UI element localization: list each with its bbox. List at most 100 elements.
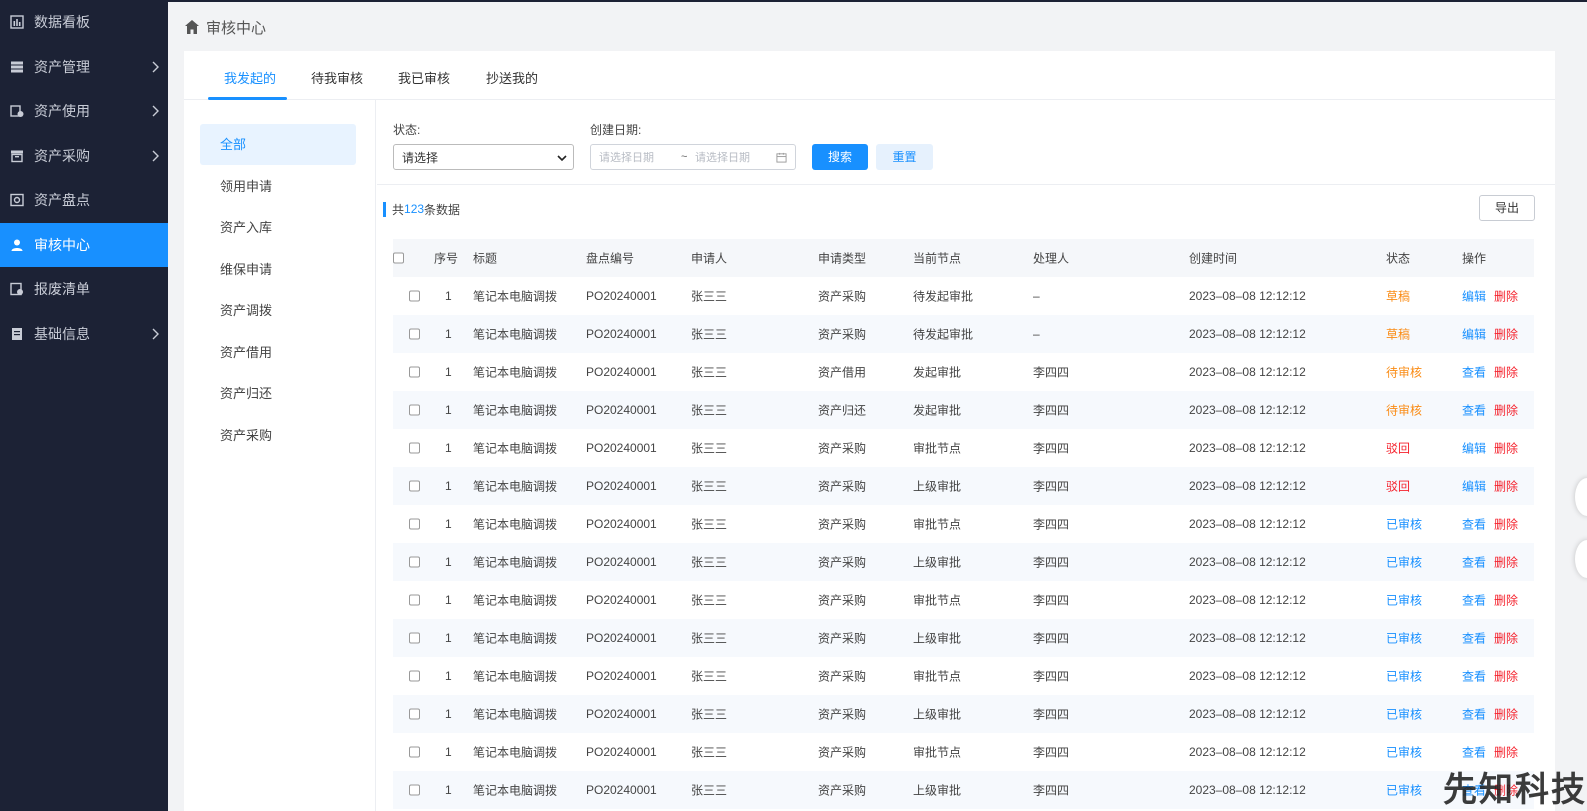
cell-applicant: 张三三 [691, 669, 728, 684]
row-delete-link[interactable]: 删除 [1494, 516, 1518, 533]
row-checkbox[interactable] [409, 518, 420, 530]
row-edit-link[interactable]: 编辑 [1462, 440, 1486, 457]
row-checkbox[interactable] [409, 784, 420, 796]
row-edit-link[interactable]: 编辑 [1462, 288, 1486, 305]
row-checkbox[interactable] [409, 670, 420, 682]
row-delete-link[interactable]: 删除 [1494, 592, 1518, 609]
tab-reviewed[interactable]: 我已审核 [398, 68, 450, 87]
row-view-link[interactable]: 查看 [1462, 668, 1486, 685]
chart-icon [10, 15, 24, 29]
home-icon[interactable] [184, 19, 200, 35]
cell-code: PO20240001 [586, 479, 657, 493]
cell-title: 笔记本电脑调拨 [473, 365, 558, 380]
row-checkbox[interactable] [409, 632, 420, 644]
row-checkbox[interactable] [409, 594, 420, 606]
cell-applicant: 张三三 [691, 327, 728, 342]
date-range-picker[interactable]: 请选择日期 ~ 请选择日期 [590, 144, 796, 170]
row-checkbox[interactable] [409, 556, 420, 568]
row-view-link[interactable]: 查看 [1462, 402, 1486, 419]
row-delete-link[interactable]: 删除 [1494, 744, 1518, 761]
cell-created: 2023–08–08 12:12:12 [1189, 745, 1306, 759]
tab-pending-review[interactable]: 待我审核 [311, 68, 363, 87]
sidebar-item-3[interactable]: 资产采购 [0, 134, 168, 179]
cell-created: 2023–08–08 12:12:12 [1189, 441, 1306, 455]
row-delete-link[interactable]: 删除 [1494, 288, 1518, 305]
row-view-link[interactable]: 查看 [1462, 364, 1486, 381]
category-item-0[interactable]: 全部 [200, 124, 356, 165]
row-delete-link[interactable]: 删除 [1494, 478, 1518, 495]
row-delete-link[interactable]: 删除 [1494, 706, 1518, 723]
cell-index: 1 [445, 517, 452, 531]
server-icon [10, 60, 24, 74]
date-separator: ~ [681, 151, 688, 163]
category-item-1[interactable]: 领用申请 [200, 166, 356, 207]
sidebar-item-4[interactable]: 资产盘点 [0, 178, 168, 223]
row-checkbox[interactable] [409, 404, 420, 416]
search-button[interactable]: 搜索 [812, 144, 868, 170]
row-view-link[interactable]: 查看 [1462, 630, 1486, 647]
table-row: 1 笔记本电脑调拨 PO20240001 张三三 资产采购 审批节点 李四四 2023–08–… [393, 581, 1534, 619]
row-delete-link[interactable]: 删除 [1494, 364, 1518, 381]
select-all-checkbox[interactable] [393, 252, 404, 264]
row-delete-link[interactable]: 删除 [1494, 326, 1518, 343]
cell-type: 资产采购 [818, 707, 867, 722]
sidebar-item-0[interactable]: 数据看板 [0, 0, 168, 45]
row-checkbox[interactable] [409, 480, 420, 492]
row-checkbox[interactable] [409, 366, 420, 378]
sidebar-item-5[interactable]: 审核中心 [0, 222, 168, 267]
date-end-input[interactable]: 请选择日期 [695, 149, 750, 165]
cell-node: 待发起审批 [913, 327, 974, 342]
cell-created: 2023–08–08 12:12:12 [1189, 479, 1306, 493]
row-delete-link[interactable]: 删除 [1494, 668, 1518, 685]
row-edit-link[interactable]: 编辑 [1462, 326, 1486, 343]
tab-initiated[interactable]: 我发起的 [224, 68, 276, 87]
row-delete-link[interactable]: 删除 [1494, 554, 1518, 571]
user-icon [10, 238, 24, 252]
cell-code: PO20240001 [586, 327, 657, 341]
top-bar [168, 0, 1587, 2]
row-view-link[interactable]: 查看 [1462, 516, 1486, 533]
status-select[interactable]: 请选择 [393, 144, 574, 170]
sidebar-item-1[interactable]: 资产管理 [0, 45, 168, 90]
date-start-input[interactable]: 请选择日期 [599, 149, 654, 165]
category-item-7[interactable]: 资产采购 [200, 415, 356, 456]
category-item-6[interactable]: 资产归还 [200, 373, 356, 414]
sidebar-item-label: 资产管理 [34, 58, 90, 75]
row-delete-link[interactable]: 删除 [1494, 402, 1518, 419]
sidebar-item-2[interactable]: 资产使用 [0, 89, 168, 134]
category-item-4[interactable]: 资产调拨 [200, 290, 356, 331]
cell-code: PO20240001 [586, 517, 657, 531]
reset-button[interactable]: 重置 [876, 144, 933, 170]
cell-created: 2023–08–08 12:12:12 [1189, 403, 1306, 417]
float-button-top[interactable] [1575, 478, 1587, 516]
row-delete-link[interactable]: 删除 [1494, 440, 1518, 457]
table-row: 1 笔记本电脑调拨 PO20240001 张三三 资产归还 发起审批 李四四 2023–08–… [393, 391, 1534, 429]
header-handler: 处理人 [1033, 251, 1070, 266]
category-item-2[interactable]: 资产入库 [200, 207, 356, 248]
tab-cc-me[interactable]: 抄送我的 [486, 68, 538, 87]
category-item-5[interactable]: 资产借用 [200, 332, 356, 373]
date-filter-label: 创建日期: [590, 123, 642, 137]
export-button[interactable]: 导出 [1479, 195, 1535, 221]
sidebar-item-7[interactable]: 基础信息 [0, 312, 168, 357]
row-checkbox[interactable] [409, 708, 420, 720]
row-view-link[interactable]: 查看 [1462, 592, 1486, 609]
category-item-3[interactable]: 维保申请 [200, 249, 356, 290]
header-actions: 操作 [1462, 251, 1487, 266]
row-delete-link[interactable]: 删除 [1494, 630, 1518, 647]
float-button-bottom[interactable] [1575, 540, 1587, 578]
row-view-link[interactable]: 查看 [1462, 744, 1486, 761]
sidebar-item-6[interactable]: 报废清单 [0, 267, 168, 312]
cell-title: 笔记本电脑调拨 [473, 403, 558, 418]
row-view-link[interactable]: 查看 [1462, 554, 1486, 571]
row-edit-link[interactable]: 编辑 [1462, 478, 1486, 495]
header-applicant: 申请人 [691, 251, 728, 266]
row-checkbox[interactable] [409, 290, 420, 302]
row-checkbox[interactable] [409, 328, 420, 340]
row-checkbox[interactable] [409, 442, 420, 454]
sidebar-item-label: 资产盘点 [34, 192, 90, 209]
row-view-link[interactable]: 查看 [1462, 706, 1486, 723]
cell-index: 1 [445, 707, 452, 721]
row-checkbox[interactable] [409, 746, 420, 758]
cell-title: 笔记本电脑调拨 [473, 555, 558, 570]
